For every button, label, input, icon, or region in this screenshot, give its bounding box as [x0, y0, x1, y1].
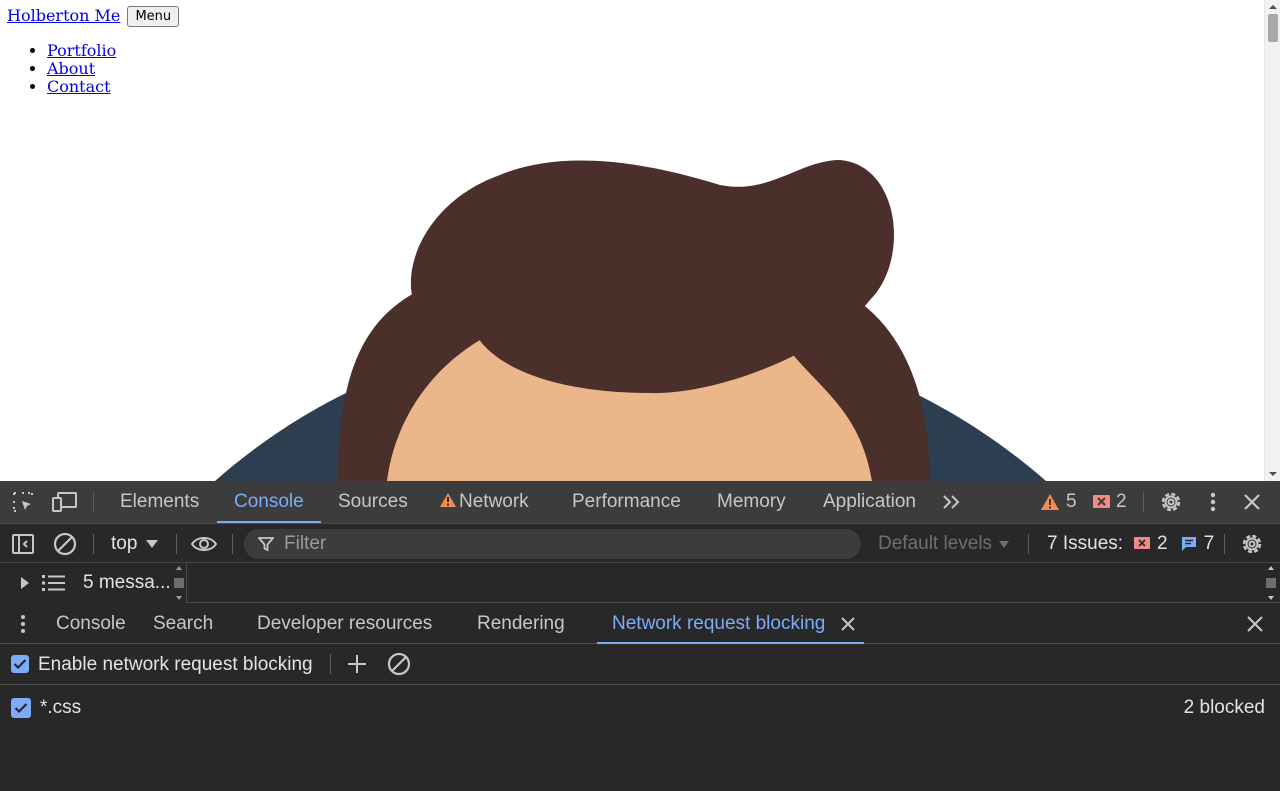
toolbar-divider	[1028, 534, 1029, 554]
drawer-tab-bar: Console Search Developer resources Rende…	[0, 603, 1280, 644]
log-levels-dropdown[interactable]: Default levels	[878, 524, 1010, 564]
warning-icon	[1041, 494, 1059, 510]
tab-memory[interactable]: Memory	[717, 481, 786, 523]
error-icon	[1093, 494, 1110, 508]
settings-gear-icon[interactable]	[1158, 490, 1184, 514]
nav-link-portfolio[interactable]: Portfolio	[47, 41, 116, 60]
menu-button[interactable]: Menu	[127, 6, 180, 27]
pattern-enabled-checkbox[interactable]	[11, 698, 31, 718]
sidebar-scrollbar[interactable]	[172, 563, 186, 603]
tab-elements[interactable]: Elements	[120, 481, 199, 523]
filter-input[interactable]	[282, 532, 842, 556]
nav-item-portfolio: Portfolio	[47, 42, 116, 60]
tab-application[interactable]: Application	[823, 481, 916, 523]
error-icon	[1134, 537, 1151, 549]
more-tabs-icon[interactable]	[940, 490, 964, 514]
page-viewport: Holberton Me Menu Portfolio About Contac…	[0, 0, 1264, 481]
issues-error-count: 2	[1157, 533, 1168, 554]
console-sidebar-toggle-icon[interactable]	[10, 532, 36, 556]
clear-console-icon[interactable]	[52, 532, 78, 556]
filter-field[interactable]	[244, 529, 861, 559]
network-warning-icon	[440, 493, 456, 507]
remove-all-patterns-icon[interactable]	[387, 652, 411, 676]
console-messages-area: 5 messa...	[0, 563, 1280, 603]
sidebar-messages-label[interactable]: 5 messa...	[83, 563, 171, 603]
toolbar-divider	[232, 534, 233, 554]
toolbar-divider	[176, 534, 177, 554]
tab-sources[interactable]: Sources	[338, 481, 408, 523]
toolbar-divider	[93, 534, 94, 554]
chevron-down-icon	[999, 540, 1010, 548]
drawer-tab-search[interactable]: Search	[153, 603, 213, 644]
nav-item-contact: Contact	[47, 78, 116, 96]
console-scrollbar[interactable]	[1264, 563, 1278, 603]
issues-label: 7 Issues:	[1047, 533, 1124, 554]
tab-network[interactable]: Network	[439, 481, 529, 523]
request-blocking-toolbar: Enable network request blocking	[0, 644, 1280, 685]
devtools-main-toolbar: Elements Console Sources Network Perform…	[0, 481, 1280, 523]
site-nav: Portfolio About Contact	[7, 42, 116, 96]
toolbar-divider	[1224, 534, 1225, 554]
tab-console[interactable]: Console	[217, 481, 321, 523]
context-selector[interactable]: top	[111, 524, 159, 564]
blocked-pattern-text: *.css	[40, 697, 82, 718]
chevron-down-icon	[146, 540, 159, 548]
close-devtools-icon[interactable]	[1240, 490, 1264, 514]
info-message-icon	[1181, 537, 1196, 551]
live-expression-eye-icon[interactable]	[189, 532, 219, 556]
nav-link-about[interactable]: About	[47, 59, 95, 78]
drawer-menu-icon[interactable]	[20, 614, 26, 634]
blocked-pattern-row[interactable]: *.css 2 blocked	[0, 685, 1280, 729]
console-settings-gear-icon[interactable]	[1239, 532, 1265, 556]
warning-count: 5	[1066, 491, 1077, 512]
toolbar-divider	[1143, 492, 1144, 512]
more-options-icon[interactable]	[1201, 490, 1225, 514]
tab-performance[interactable]: Performance	[572, 481, 681, 523]
avatar-illustration	[215, 160, 1046, 481]
site-home-link[interactable]: Holberton Me	[7, 6, 120, 25]
close-drawer-icon[interactable]	[1247, 616, 1263, 632]
console-sidebar: 5 messa...	[0, 563, 187, 603]
blocked-count-status: 2 blocked	[1183, 697, 1265, 718]
nav-item-about: About	[47, 60, 116, 78]
errors-badge[interactable]: 2	[1093, 481, 1127, 523]
tab-network-label: Network	[459, 491, 529, 512]
drawer-tab-rendering[interactable]: Rendering	[477, 603, 565, 644]
issues-info-count: 7	[1203, 533, 1215, 554]
list-icon	[42, 575, 65, 591]
nav-link-contact[interactable]: Contact	[47, 77, 111, 96]
drawer-tab-developer-resources[interactable]: Developer resources	[257, 603, 432, 644]
device-toolbar-icon[interactable]	[52, 490, 78, 514]
console-toolbar: top Default levels 7 Issues: 2 7	[0, 523, 1280, 563]
scroll-down-icon[interactable]	[1265, 467, 1280, 481]
context-selector-value: top	[111, 533, 138, 554]
page-scrollbar-thumb[interactable]	[1268, 14, 1278, 42]
error-count: 2	[1116, 491, 1127, 512]
issues-counter[interactable]: 7 Issues: 2 7	[1047, 524, 1214, 564]
warnings-badge[interactable]: 5	[1040, 481, 1077, 523]
add-pattern-icon[interactable]	[347, 654, 367, 674]
drawer-tab-network-request-blocking[interactable]: Network request blocking	[612, 603, 825, 644]
expand-triangle-icon[interactable]	[20, 577, 30, 589]
filter-icon	[258, 537, 274, 552]
site-header: Holberton Me Menu	[7, 6, 180, 27]
devtools-panel: Elements Console Sources Network Perform…	[0, 481, 1280, 791]
drawer-tab-console[interactable]: Console	[56, 603, 126, 644]
inspect-element-icon[interactable]	[10, 490, 36, 514]
toolbar-divider	[93, 492, 94, 512]
close-tab-icon[interactable]	[841, 617, 855, 631]
enable-blocking-checkbox[interactable]	[11, 655, 29, 673]
scroll-up-icon[interactable]	[1265, 0, 1280, 14]
log-levels-label: Default levels	[878, 533, 993, 554]
page-scrollbar[interactable]	[1264, 0, 1280, 481]
toolbar-divider	[330, 654, 331, 674]
enable-blocking-label: Enable network request blocking	[38, 654, 313, 675]
